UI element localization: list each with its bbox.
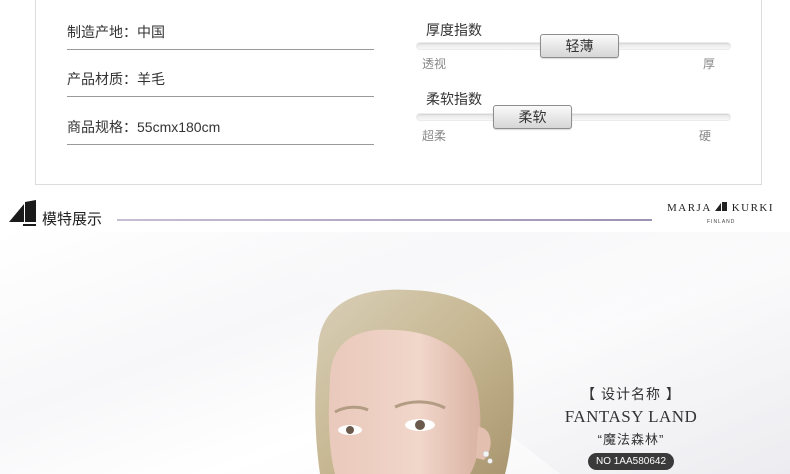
- spec-origin: 制造产地：中国: [67, 22, 374, 50]
- brand-country: FINLAND: [707, 219, 736, 225]
- brand-name: MARJA KURKI: [667, 202, 775, 214]
- spec-size: 商品规格：55cmx180cm: [67, 117, 374, 145]
- thickness-title: 厚度指数: [426, 22, 482, 38]
- design-cn-name: “魔法森林”: [597, 432, 665, 447]
- thickness-max-label: 厚: [703, 57, 716, 71]
- sail-icon: [9, 200, 36, 226]
- spec-material: 产品材质：羊毛: [67, 69, 374, 97]
- brand-sail-icon: [715, 202, 728, 211]
- design-label: 【 设计名称 】: [581, 386, 681, 402]
- section-title: 模特展示: [42, 211, 103, 228]
- thickness-knob[interactable]: 轻薄: [540, 34, 619, 58]
- design-info: 【 设计名称 】 FANTASY LAND “魔法森林” NO 1AA58064…: [560, 384, 702, 470]
- thickness-min-label: 透视: [422, 57, 447, 71]
- design-name: FANTASY LAND: [564, 407, 698, 426]
- softness-track: [416, 113, 731, 121]
- softness-knob[interactable]: 柔软: [493, 105, 572, 129]
- softness-max-label: 硬: [699, 129, 712, 143]
- product-info-panel: 制造产地：中国 产品材质：羊毛 商品规格：55cmx180cm 厚度指数 轻薄 …: [35, 0, 762, 185]
- section-divider: [117, 219, 652, 221]
- softness-min-label: 超柔: [422, 129, 447, 143]
- design-number-badge: NO 1AA580642: [587, 453, 675, 470]
- brand-logo: MARJA KURKI FINLAND: [667, 202, 779, 228]
- softness-title: 柔软指数: [426, 91, 482, 107]
